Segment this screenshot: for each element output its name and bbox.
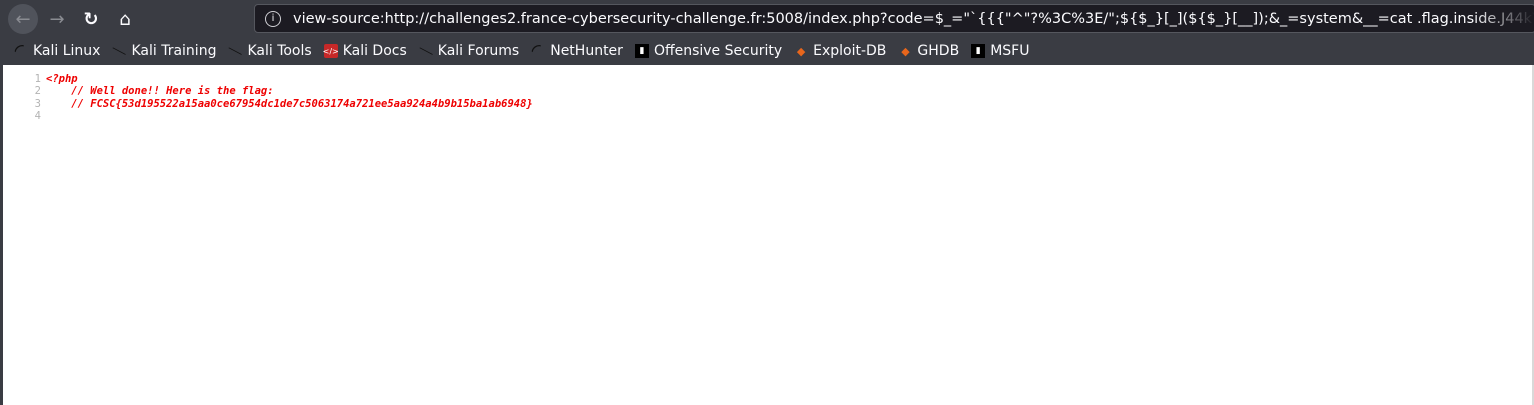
dragon-icon: ╲ xyxy=(229,43,242,59)
source-lines: 1 <?php 2 // Well done!! Here is the flag:… xyxy=(25,73,533,122)
bookmark-kali-linux[interactable]: ⌒ Kali Linux xyxy=(13,42,101,60)
forward-button[interactable]: → xyxy=(42,4,72,34)
bookmark-kali-forums[interactable]: ╲ Kali Forums xyxy=(419,43,519,59)
url-text[interactable]: view-source:http://challenges2.france-cy… xyxy=(293,11,1534,27)
page-source-view: 1 <?php 2 // Well done!! Here is the flag:… xyxy=(0,65,1534,405)
bookmarks-toolbar: ⌒ Kali Linux ╲ Kali Training ╲ Kali Tools </> K… xyxy=(13,40,1041,62)
bookmark-kali-training[interactable]: ╲ Kali Training xyxy=(112,43,216,59)
home-button[interactable]: ⌂ xyxy=(110,4,140,34)
bookmark-ghdb[interactable]: ◆ GHDB xyxy=(898,43,959,59)
bookmark-kali-tools[interactable]: ╲ Kali Tools xyxy=(228,43,312,59)
bookmark-kali-docs[interactable]: </> Kali Docs xyxy=(323,43,407,59)
bookmark-label: Exploit-DB xyxy=(813,43,887,59)
info-icon[interactable]: i xyxy=(265,10,281,27)
home-icon: ⌂ xyxy=(119,8,131,30)
source-line: 2 // Well done!! Here is the flag: xyxy=(25,85,533,97)
bookmark-offensive-security[interactable]: ▮ Offensive Security xyxy=(634,43,783,59)
kali-icon: ⌒ xyxy=(530,42,547,60)
bookmark-label: Kali Tools xyxy=(247,43,312,59)
back-button[interactable]: ← xyxy=(8,4,38,34)
offsec-icon: ▮ xyxy=(634,44,649,58)
line-number: 2 xyxy=(34,85,41,98)
bookmark-label: Kali Linux xyxy=(33,43,101,59)
bookmark-label: MSFU xyxy=(990,43,1030,59)
kali-icon: ⌒ xyxy=(13,42,30,60)
line-number: 4 xyxy=(34,109,41,122)
bookmark-label: Kali Training xyxy=(131,43,217,59)
bookmark-label: Kali Forums xyxy=(437,43,520,59)
offsec-icon: ▮ xyxy=(971,44,986,58)
dragon-icon: ╲ xyxy=(113,43,126,59)
bookmark-label: Offensive Security xyxy=(653,43,783,59)
source-line: 3 // FCSC{53d195522a15aa0ce67954dc1de7c5… xyxy=(25,98,533,110)
bookmark-label: Kali Docs xyxy=(342,43,407,59)
bookmark-msfu[interactable]: ▮ MSFU xyxy=(971,43,1029,59)
dragon-icon: ╲ xyxy=(419,43,433,59)
navigation-buttons: ← → ↻ ⌂ xyxy=(8,4,144,34)
browser-chrome: ← → ↻ ⌂ i view-source:http://challenges2… xyxy=(0,0,1534,65)
address-bar[interactable]: i view-source:http://challenges2.france-… xyxy=(254,4,1534,33)
bookmark-label: NetHunter xyxy=(550,43,623,59)
source-code: <?php xyxy=(46,73,78,85)
source-line: 4 xyxy=(25,110,533,122)
reload-icon: ↻ xyxy=(83,8,99,30)
source-code: // FCSC{53d195522a15aa0ce67954dc1de7c506… xyxy=(46,97,533,110)
arrow-left-icon: ← xyxy=(15,8,31,30)
line-number: 1 xyxy=(34,73,41,85)
docs-icon: </> xyxy=(323,44,339,58)
bookmark-nethunter[interactable]: ⌒ NetHunter xyxy=(530,42,623,60)
source-line: 1 <?php xyxy=(25,73,533,85)
arrow-right-icon: → xyxy=(49,8,65,30)
bookmark-exploit-db[interactable]: ◆ Exploit-DB xyxy=(794,43,887,59)
line-number: 3 xyxy=(34,97,41,110)
exploit-icon: ◆ xyxy=(901,44,910,58)
source-code: // Well done!! Here is the flag: xyxy=(46,85,274,98)
exploit-icon: ◆ xyxy=(796,44,806,58)
bookmark-label: GHDB xyxy=(917,43,960,59)
reload-button[interactable]: ↻ xyxy=(76,4,106,34)
